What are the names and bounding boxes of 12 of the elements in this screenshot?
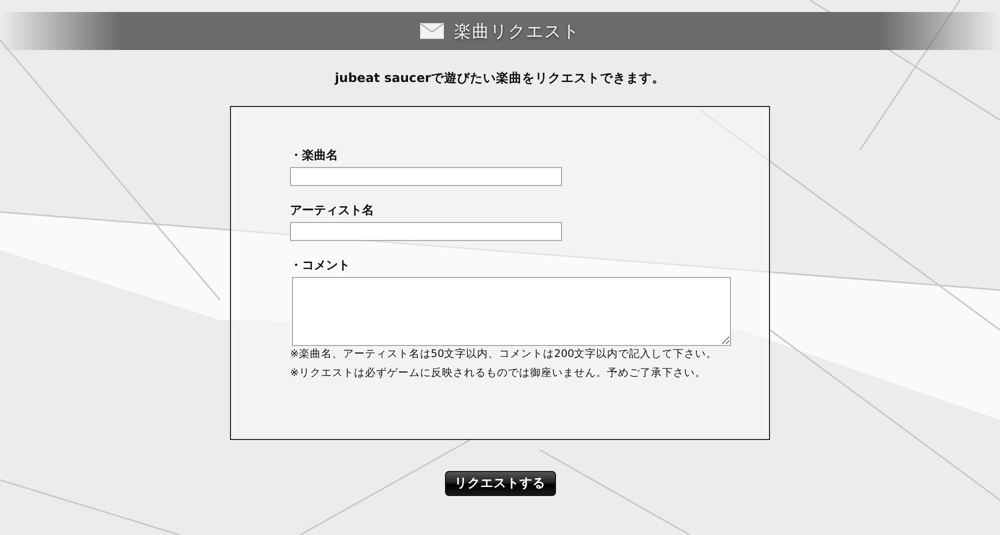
- input-field[interactable]: [290, 222, 562, 241]
- mail-icon: [420, 23, 444, 39]
- intro-text: jubeat saucerで遊びたい楽曲をリクエストできます。: [334, 70, 666, 87]
- submit-button[interactable]: リクエストする: [444, 471, 556, 496]
- note-text: ※楽曲名、アーティスト名は50文字以内、コメントは200文字以内で記入して下さい。: [290, 347, 718, 362]
- note-text: ※リクエストは必ずゲームに反映されるものでは御座いません。予めご了承下さい。: [290, 366, 707, 381]
- field-label: アーティスト名: [290, 202, 374, 219]
- comment-field[interactable]: [292, 277, 731, 346]
- page-title: 楽曲リクエスト: [454, 20, 580, 42]
- input-field[interactable]: [290, 167, 562, 186]
- field-label: ・コメント: [290, 257, 350, 274]
- field-label: ・楽曲名: [290, 147, 338, 164]
